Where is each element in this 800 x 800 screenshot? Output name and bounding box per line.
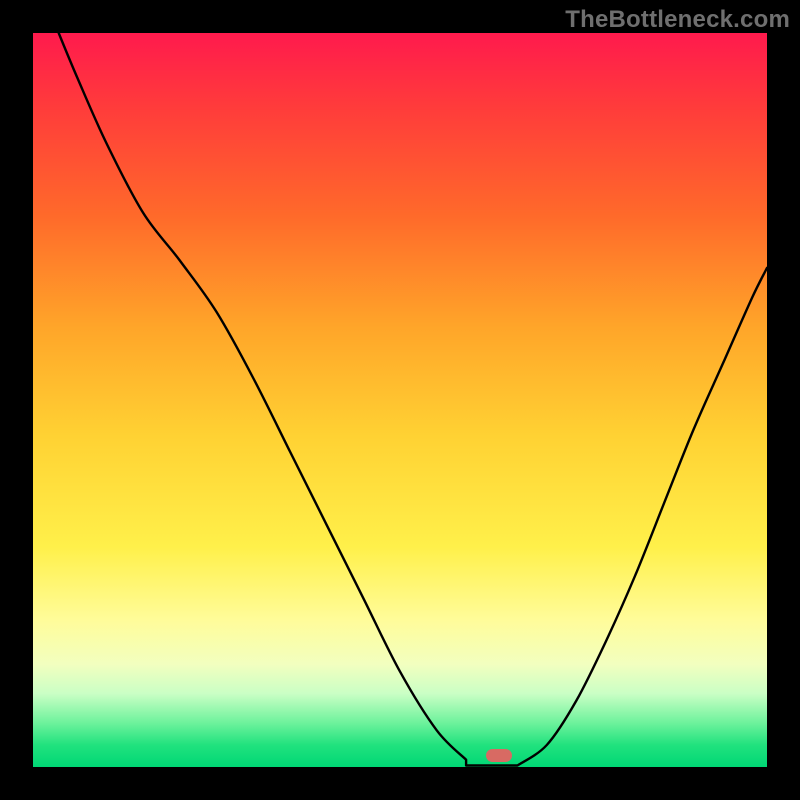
chart-frame: TheBottleneck.com <box>0 0 800 800</box>
watermark-text: TheBottleneck.com <box>565 6 790 34</box>
bottleneck-curve <box>33 33 767 767</box>
optimal-point-marker <box>486 749 512 762</box>
